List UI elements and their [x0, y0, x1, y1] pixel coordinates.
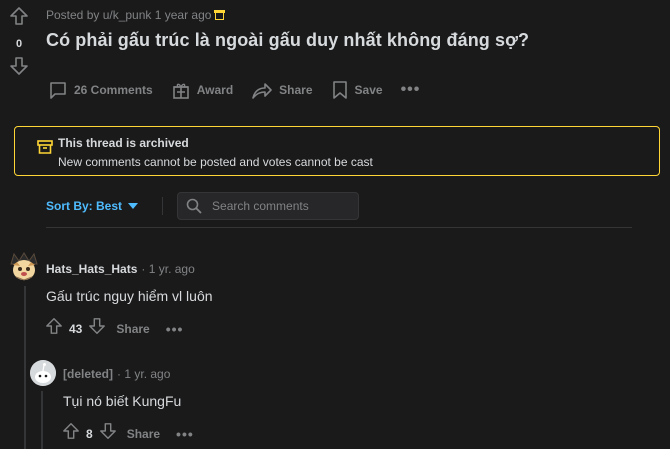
- comment-more-button[interactable]: •••: [166, 321, 184, 337]
- award-button[interactable]: Award: [171, 80, 233, 100]
- comment-actions: 8 Share •••: [62, 422, 194, 445]
- more-options-button[interactable]: •••: [401, 82, 421, 98]
- comment-body: Tụi nó biết KungFu: [63, 393, 182, 409]
- comment-meta: [deleted] · 1 yr. ago: [63, 367, 170, 381]
- comment-time: · 1 yr. ago: [117, 367, 171, 381]
- award-label: Award: [196, 83, 234, 97]
- comment-author[interactable]: Hats_Hats_Hats: [46, 262, 137, 276]
- bookmark-icon: [332, 81, 347, 99]
- share-icon: [252, 83, 272, 99]
- archive-box-icon: [37, 139, 53, 160]
- share-button[interactable]: Share: [251, 80, 313, 100]
- comment-actions: 43 Share •••: [45, 317, 183, 340]
- search-comments-input[interactable]: [210, 198, 355, 214]
- comment-search-box[interactable]: [177, 192, 360, 220]
- archived-icon: [214, 9, 226, 20]
- comment-author: [deleted]: [63, 367, 114, 381]
- sort-label: Sort By: Best: [46, 199, 123, 213]
- save-label: Save: [354, 83, 383, 97]
- post-meta: Posted by u/k_punk 1 year ago: [46, 8, 226, 22]
- sort-dropdown[interactable]: Sort By: Best: [46, 199, 139, 213]
- archived-message: New comments cannot be posted and votes …: [58, 155, 373, 169]
- downvote-icon[interactable]: [9, 56, 29, 81]
- thread-line[interactable]: [41, 391, 43, 449]
- comment-meta: Hats_Hats_Hats · 1 yr. ago: [46, 262, 195, 276]
- upvote-icon[interactable]: [62, 422, 80, 445]
- gift-icon: [172, 83, 189, 99]
- comment-sort-bar: Sort By: Best: [46, 192, 360, 220]
- reddit-post-page: 0 Posted by u/k_punk 1 year ago Có phải …: [0, 0, 670, 449]
- downvote-icon[interactable]: [99, 422, 117, 445]
- avatar[interactable]: [8, 250, 40, 282]
- thread-line[interactable]: [24, 286, 26, 449]
- comment-share-button[interactable]: Share: [116, 322, 149, 336]
- save-button[interactable]: Save: [331, 80, 383, 100]
- caret-down-icon: [128, 203, 139, 209]
- comment-body: Gấu trúc nguy hiểm vl luôn: [46, 288, 213, 304]
- downvote-icon[interactable]: [88, 317, 106, 340]
- comment-more-button[interactable]: •••: [176, 426, 194, 442]
- sort-separator: [162, 197, 164, 215]
- comment-time: · 1 yr. ago: [141, 262, 195, 276]
- share-label: Share: [279, 83, 313, 97]
- comments-button[interactable]: 26 Comments: [48, 80, 153, 100]
- comment-score: 8: [86, 426, 93, 441]
- archived-notice: This thread is archived New comments can…: [14, 126, 660, 176]
- upvote-icon[interactable]: [9, 6, 29, 31]
- archived-heading: This thread is archived: [58, 136, 189, 150]
- post-score: 0: [15, 38, 23, 50]
- comment-icon: [50, 82, 66, 99]
- divider: [46, 227, 632, 228]
- post-meta-text: Posted by u/k_punk 1 year ago: [46, 8, 212, 22]
- comment-share-button[interactable]: Share: [127, 427, 160, 441]
- post-title: Có phải gấu trúc là ngoài gấu duy nhất k…: [46, 30, 530, 50]
- comments-label: 26 Comments: [74, 83, 153, 97]
- post-vote-column: 0: [8, 6, 30, 81]
- post-actions: 26 Comments Award Share Save •••: [48, 80, 420, 100]
- comment-score: 43: [69, 321, 83, 336]
- upvote-icon[interactable]: [45, 317, 63, 340]
- avatar[interactable]: [30, 360, 56, 386]
- search-icon: [186, 198, 202, 214]
